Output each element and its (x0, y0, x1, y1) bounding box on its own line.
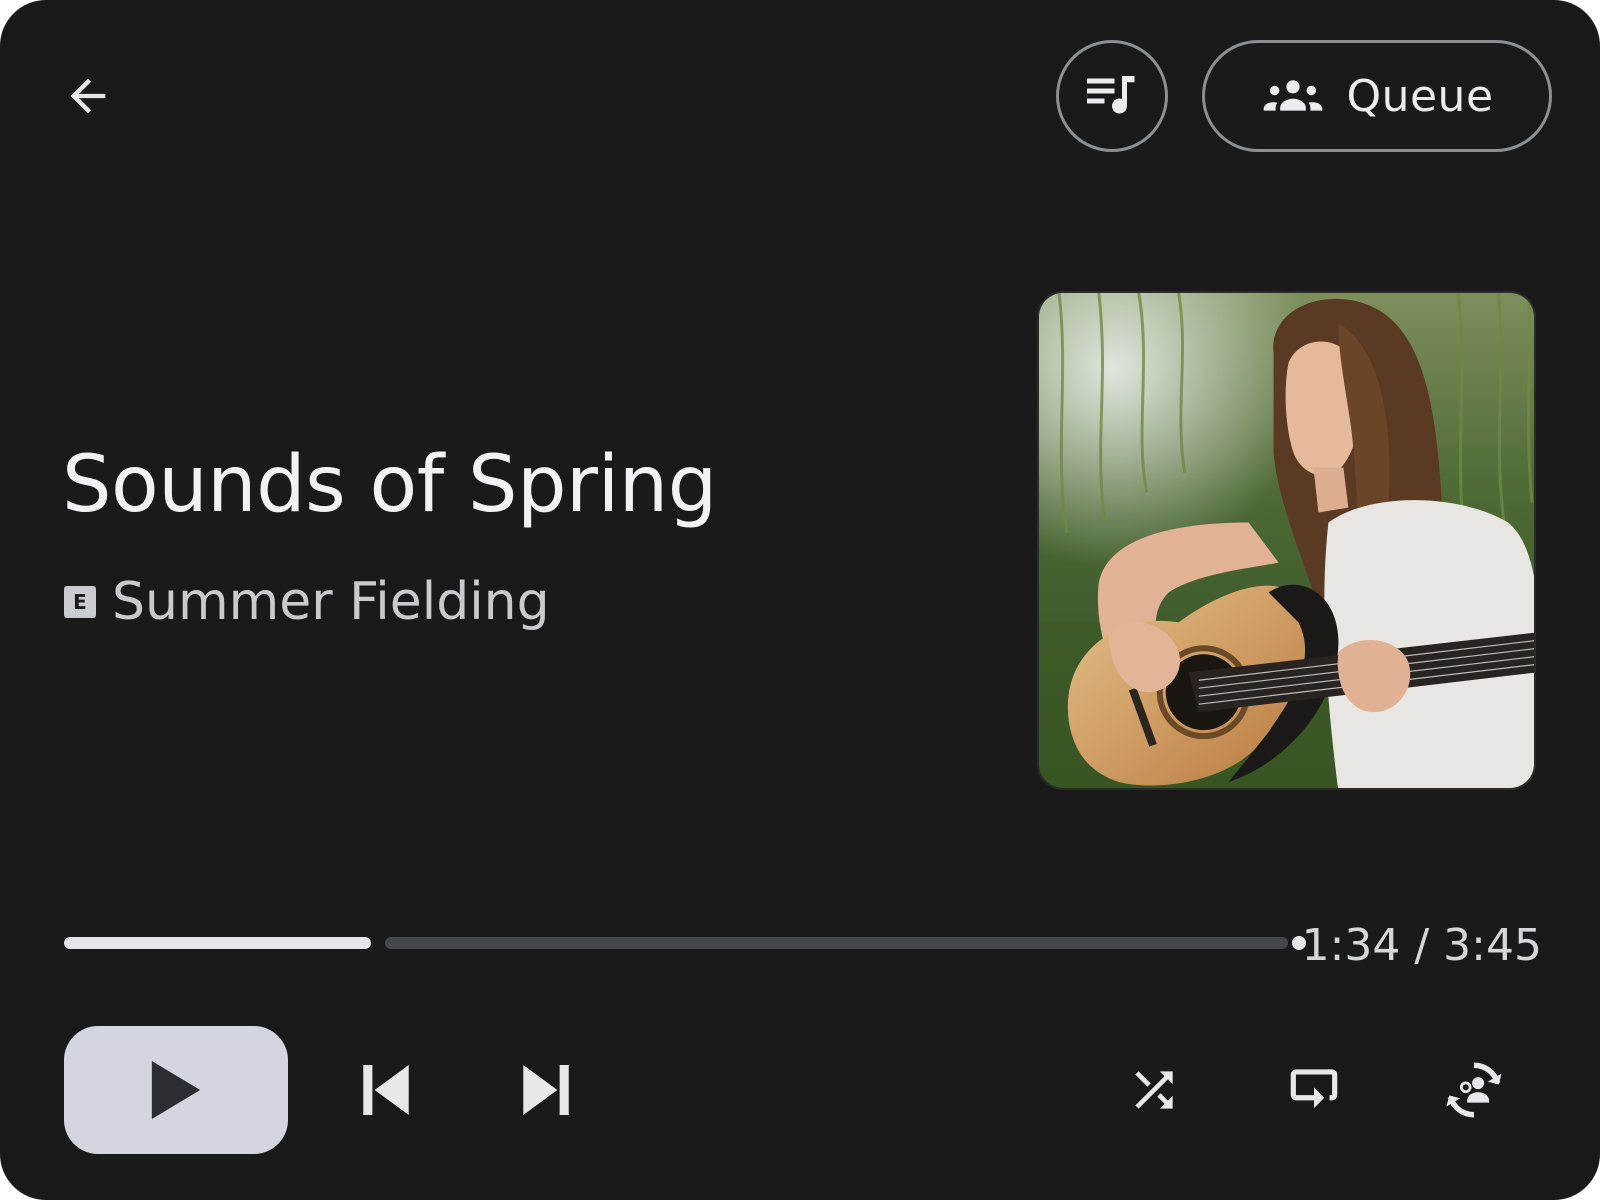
progress-played (64, 937, 371, 949)
group-icon (1264, 80, 1323, 111)
repeat-button[interactable] (1274, 1050, 1354, 1130)
arrow-back-icon (70, 78, 106, 114)
queue-label: Queue (1346, 70, 1494, 122)
progress-remaining (385, 937, 1288, 949)
artist-name[interactable]: Summer Fielding (112, 572, 550, 632)
switch-account-icon (1446, 1062, 1502, 1118)
shuffle-icon (1135, 1071, 1173, 1109)
skip-previous-icon (363, 1065, 409, 1115)
skip-next-icon (523, 1065, 569, 1115)
album-art-image (1039, 293, 1534, 788)
time-label: 1:34 / 3:45 (1301, 920, 1542, 971)
play-icon (151, 1061, 201, 1119)
explicit-badge: E (64, 586, 96, 618)
track-title: Sounds of Spring (62, 440, 717, 530)
queue-button[interactable]: Queue (1202, 40, 1552, 152)
media-player-card: Queue Sounds of Spring E Summer Fielding (0, 0, 1600, 1200)
switch-account-button[interactable] (1434, 1050, 1514, 1130)
queue-music-icon (1087, 76, 1135, 114)
repeat-icon (1290, 1069, 1338, 1109)
previous-button[interactable] (346, 1050, 426, 1130)
queue-music-button[interactable] (1056, 40, 1168, 152)
artist-row: E Summer Fielding (64, 572, 550, 632)
next-button[interactable] (506, 1050, 586, 1130)
shuffle-button[interactable] (1114, 1050, 1194, 1130)
back-button[interactable] (58, 66, 118, 126)
play-button[interactable] (64, 1026, 288, 1154)
album-art (1037, 291, 1536, 790)
progress-bar[interactable]: 1:34 / 3:45 (62, 920, 1542, 980)
